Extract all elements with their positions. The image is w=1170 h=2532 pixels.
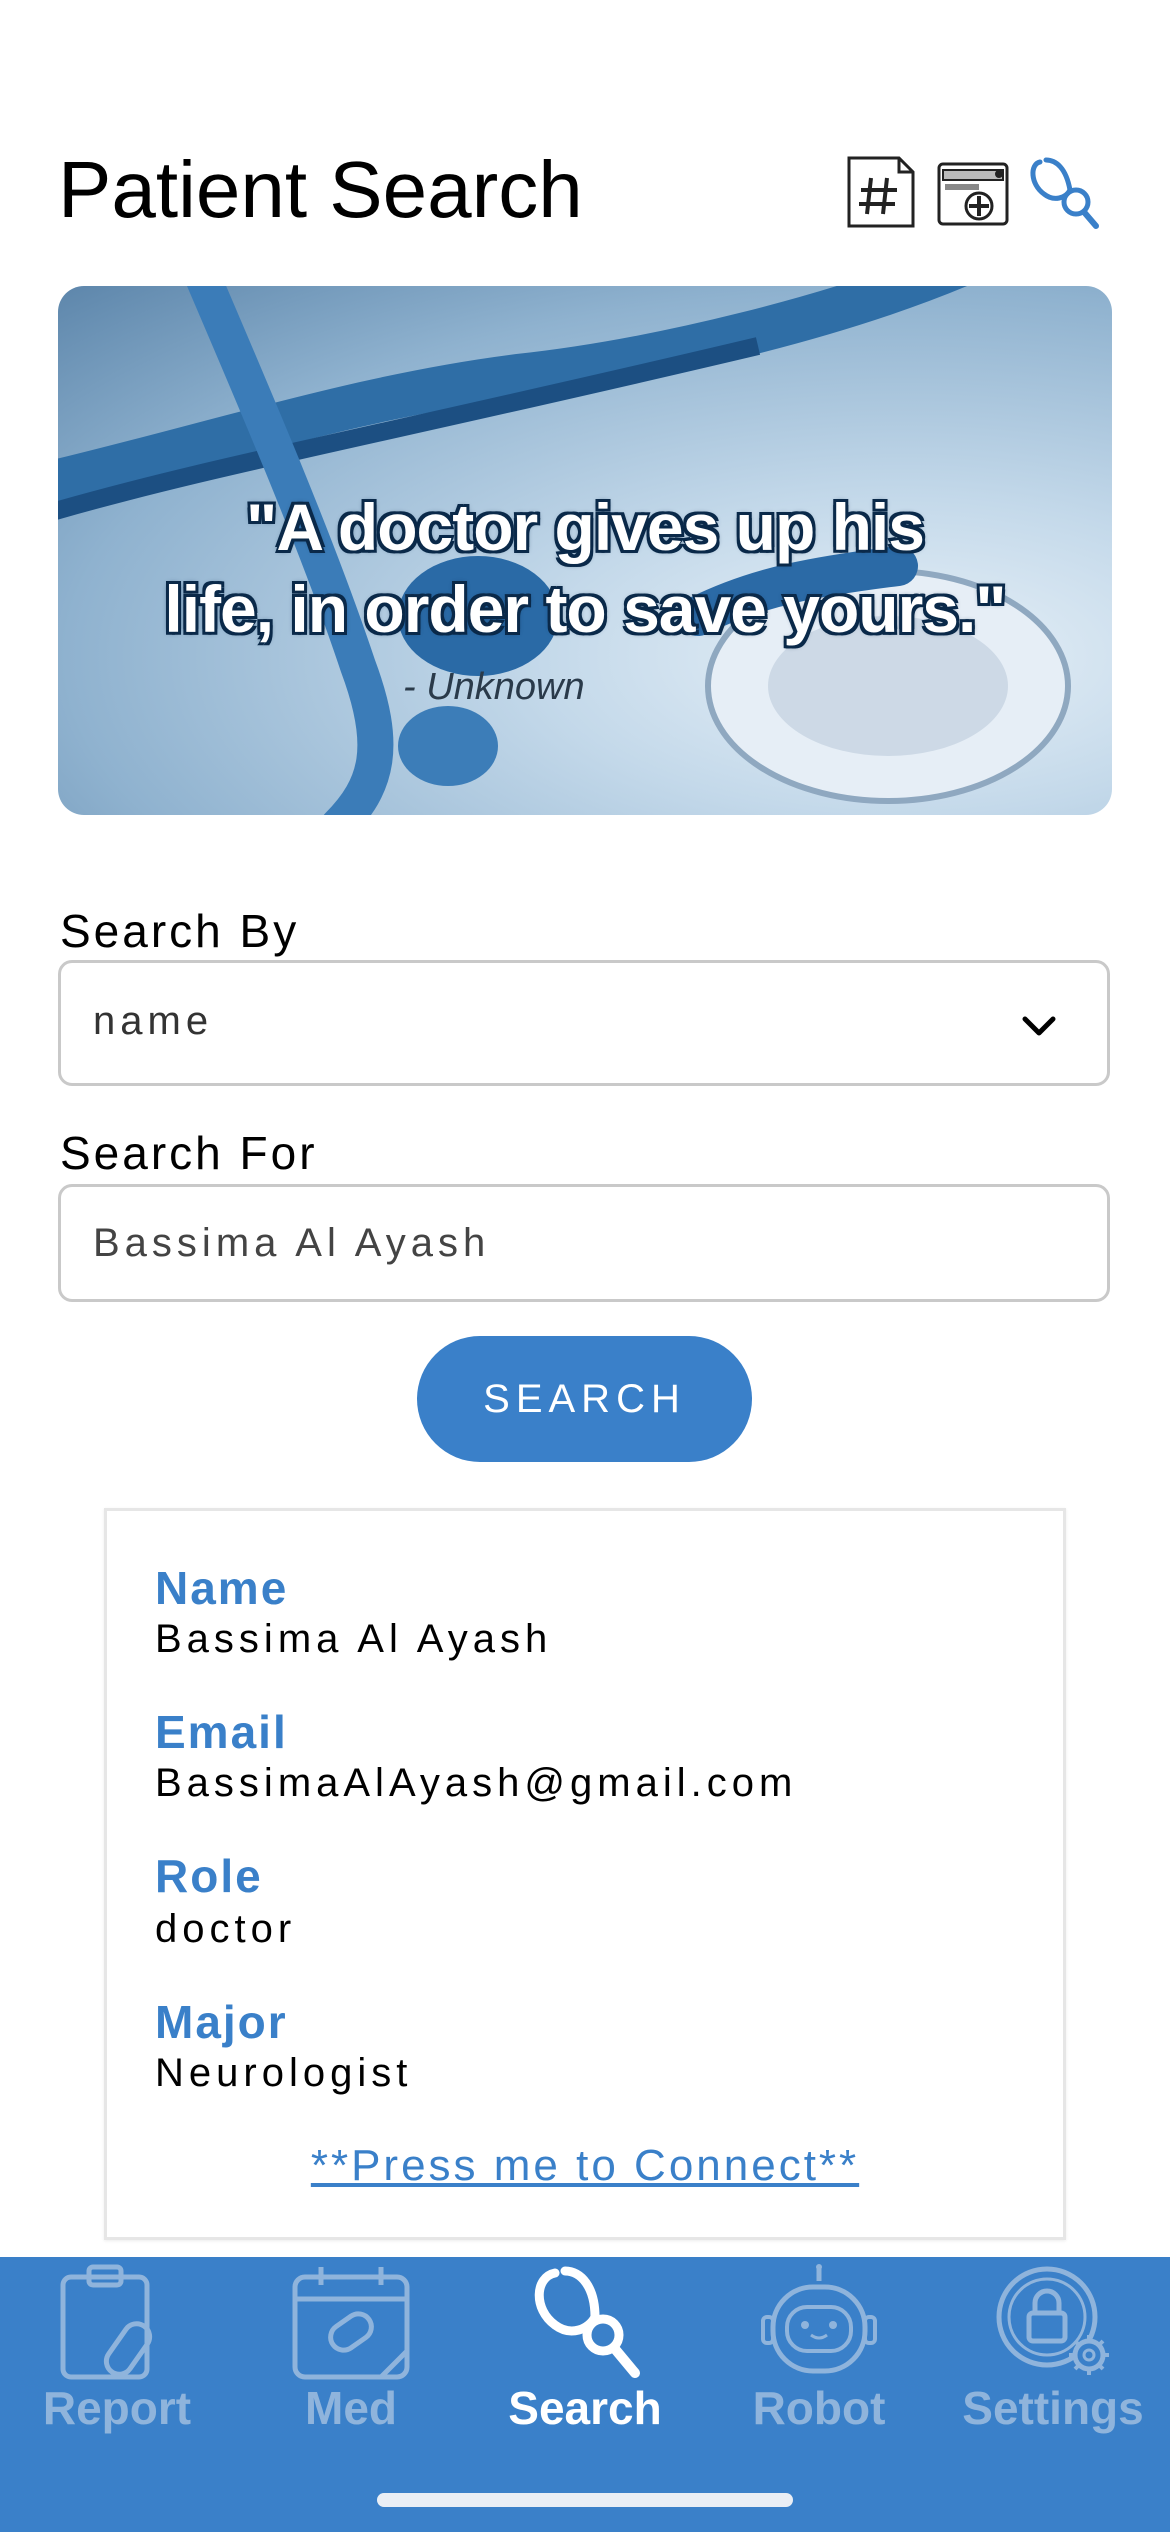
robot-icon [759, 2263, 879, 2381]
quote-author: - Unknown [403, 666, 585, 708]
major-value: Neurologist [155, 2051, 413, 2095]
tab-report[interactable]: Report [0, 2257, 234, 2457]
medical-case-icon[interactable] [935, 154, 1011, 230]
search-button[interactable]: SEARCH [417, 1336, 752, 1462]
email-value: BassimaAlAyash@gmail.com [155, 1761, 798, 1805]
lock-gear-icon [993, 2263, 1113, 2381]
tab-robot-label: Robot [752, 2382, 886, 2434]
quote-banner-image: "A doctor gives up his life, in order to… [58, 286, 1112, 815]
tab-search[interactable]: Search [468, 2257, 702, 2457]
tab-bar: Report Med Search Robot Settings [0, 2257, 1170, 2532]
hashtag-document-icon[interactable] [843, 154, 919, 230]
tab-report-label: Report [42, 2382, 192, 2434]
role-label: Role [155, 1850, 263, 1902]
tab-robot[interactable]: Robot [702, 2257, 936, 2457]
major-label: Major [155, 1996, 288, 2048]
calendar-pill-icon [291, 2263, 411, 2381]
stethoscope-icon [525, 2263, 645, 2381]
clipboard-icon [57, 2263, 177, 2381]
tab-search-label: Search [508, 2382, 662, 2434]
email-label: Email [155, 1706, 288, 1758]
stethoscope-icon[interactable] [1026, 154, 1102, 230]
search-for-input[interactable] [58, 1184, 1110, 1302]
quote-text: "A doctor gives up his life, in order to… [164, 490, 1006, 646]
tab-med-label: Med [305, 2382, 397, 2434]
name-label: Name [155, 1562, 289, 1614]
chevron-down-icon [1022, 1016, 1056, 1036]
page-title: Patient Search [58, 145, 583, 234]
home-indicator[interactable] [377, 2493, 793, 2507]
search-by-select[interactable]: name [58, 960, 1110, 1086]
tab-settings[interactable]: Settings [936, 2257, 1170, 2457]
tab-med[interactable]: Med [234, 2257, 468, 2457]
tab-settings-label: Settings [962, 2382, 1144, 2434]
role-value: doctor [155, 1907, 297, 1951]
search-by-value: name [93, 999, 214, 1043]
search-by-label: Search By [60, 905, 300, 957]
search-for-label: Search For [60, 1127, 318, 1179]
connect-link[interactable]: **Press me to Connect** [107, 2141, 1063, 2191]
name-value: Bassima Al Ayash [155, 1617, 553, 1661]
result-card: Name Bassima Al Ayash Email BassimaAlAya… [104, 1508, 1066, 2240]
